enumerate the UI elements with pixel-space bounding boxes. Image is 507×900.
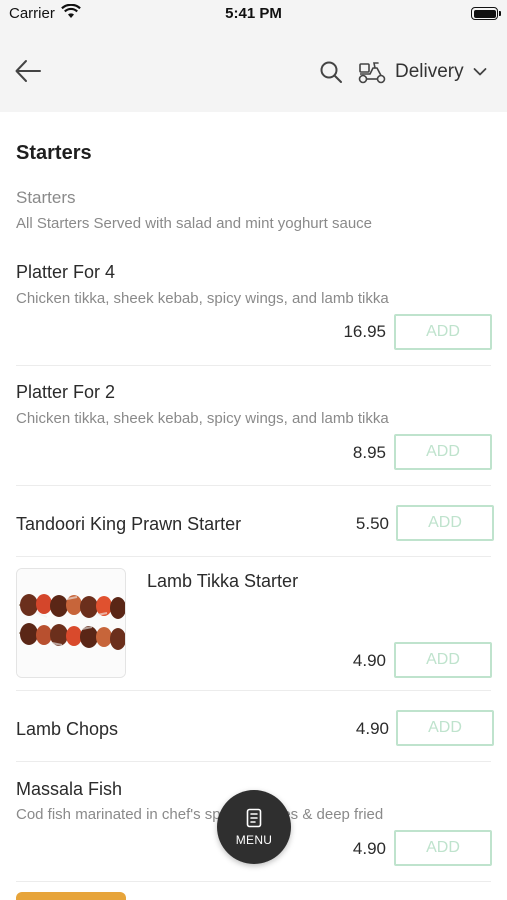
scooter-icon [358, 62, 386, 84]
search-icon[interactable] [319, 60, 343, 84]
menu-item-name[interactable]: Tandoori King Prawn Starter [16, 514, 241, 535]
divider [16, 556, 491, 557]
menu-button[interactable]: MENU [217, 790, 291, 864]
status-time: 5:41 PM [225, 5, 282, 22]
divider [16, 690, 491, 691]
add-button[interactable]: ADD [394, 642, 492, 678]
divider [16, 485, 491, 486]
menu-item-description: Cod fish marinated in chef's special spi… [16, 806, 384, 823]
menu-item-name[interactable]: Platter For 4 [16, 262, 115, 283]
add-button[interactable]: ADD [396, 505, 494, 541]
menu-item-name[interactable]: Massala Fish [16, 779, 122, 800]
delivery-label: Delivery [395, 61, 464, 82]
chevron-down-icon [473, 68, 487, 76]
menu-item-price: 4.90 [355, 719, 389, 738]
menu-item-price: 5.50 [355, 514, 389, 533]
divider [16, 761, 491, 762]
menu-item-description: Chicken tikka, sheek kebab, spicy wings,… [16, 410, 389, 427]
category-description: All Starters Served with salad and mint … [16, 215, 373, 232]
divider [16, 365, 491, 366]
next-item-photo[interactable] [16, 892, 126, 900]
menu-item-price: 4.90 [352, 839, 386, 858]
menu-item-name[interactable]: Platter For 2 [16, 382, 115, 403]
divider [16, 881, 491, 882]
battery-icon [471, 7, 498, 20]
add-button[interactable]: ADD [394, 314, 492, 350]
lamb-tikka-photo[interactable] [16, 568, 126, 678]
battery-tip [499, 11, 501, 16]
section-title: Starters [16, 142, 92, 164]
kebab-image [17, 569, 125, 677]
add-button[interactable]: ADD [394, 830, 492, 866]
add-button[interactable]: ADD [396, 710, 494, 746]
app-header: Delivery [0, 30, 507, 112]
add-button[interactable]: ADD [394, 434, 492, 470]
menu-item-description: Chicken tikka, sheek kebab, spicy wings,… [16, 290, 389, 307]
status-bar: Carrier 5:41 PM [0, 0, 507, 30]
arrow-left-icon[interactable] [14, 58, 42, 84]
menu-item-price: 4.90 [352, 651, 386, 670]
menu-item-name[interactable]: Lamb Chops [16, 719, 118, 740]
menu-item-price: 16.95 [343, 322, 386, 341]
menu-item-name[interactable]: Lamb Tikka Starter [147, 571, 298, 592]
menu-label: MENU [235, 832, 273, 847]
delivery-selector[interactable]: Delivery [358, 58, 487, 86]
menu-card-icon [246, 808, 262, 827]
menu-item-price: 8.95 [352, 443, 386, 462]
category-name: Starters [16, 188, 76, 207]
